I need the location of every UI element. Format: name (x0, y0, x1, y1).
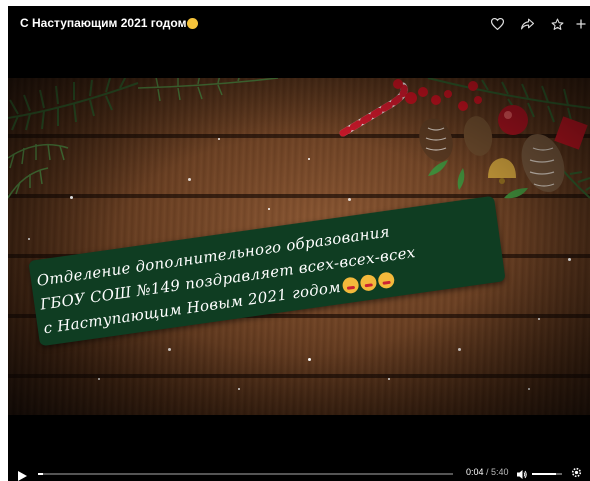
volume-slider[interactable] (532, 473, 562, 475)
video-player[interactable]: С Наступающим 2021 годом Отделение допол… (8, 6, 590, 481)
video-title: С Наступающим 2021 годом (20, 16, 199, 30)
bookmark-button[interactable] (542, 12, 572, 36)
like-button[interactable] (482, 12, 512, 36)
star-icon (551, 18, 563, 30)
settings-button[interactable] (570, 466, 583, 481)
duration: 5:40 (491, 467, 509, 477)
gear-icon (571, 467, 582, 478)
time-separator: / (483, 467, 492, 477)
partying-face-emoji-icon (377, 271, 396, 290)
top-actions (482, 12, 590, 36)
volume-fill (532, 473, 556, 475)
player-controls: 0:04 / 5:40 (8, 465, 590, 481)
volume-button[interactable] (516, 467, 528, 481)
current-time: 0:04 (466, 467, 484, 477)
share-icon (520, 18, 534, 30)
top-bar: С Наступающим 2021 годом (8, 6, 590, 42)
plus-icon (576, 19, 586, 29)
speaker-icon (517, 470, 527, 479)
partying-face-emoji-icon (341, 276, 360, 295)
heart-icon (490, 18, 504, 30)
add-button[interactable] (572, 12, 590, 36)
play-button[interactable] (18, 468, 27, 481)
smiling-face-emoji-icon (187, 18, 199, 29)
progress-fill (38, 473, 43, 475)
progress-bar[interactable] (38, 473, 453, 475)
play-icon (18, 471, 27, 481)
partying-face-emoji-icon (359, 273, 378, 292)
video-frame[interactable]: Отделение дополнительного образования ГБ… (8, 78, 590, 415)
time-display: 0:04 / 5:40 (466, 467, 509, 477)
share-button[interactable] (512, 12, 542, 36)
